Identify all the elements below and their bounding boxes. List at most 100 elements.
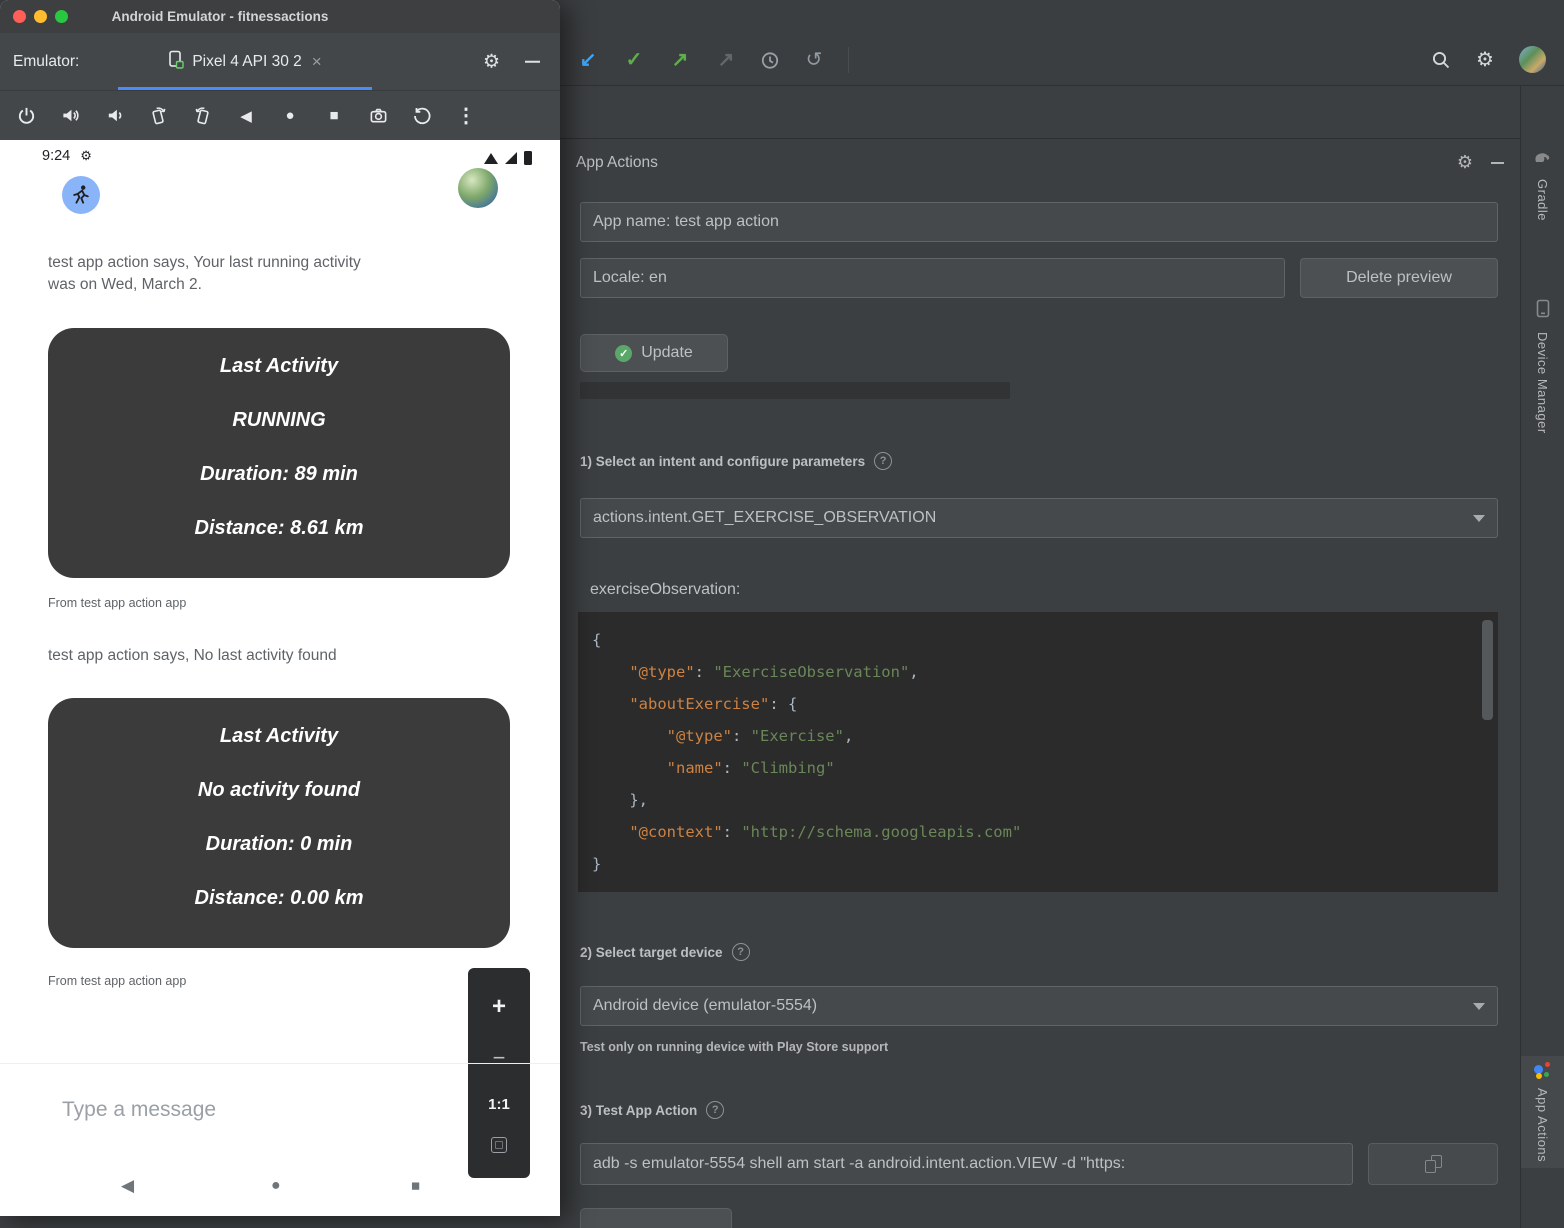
section-target-device: 2) Select target device ?: [580, 943, 750, 961]
tool-window-strip: Gradle Device Manager App Actions: [1520, 86, 1564, 1228]
status-gear-icon: ⚙: [80, 148, 92, 164]
chevron-down-icon: [1473, 1003, 1485, 1010]
apply-changes-check-icon[interactable]: ✓: [622, 48, 646, 72]
arrow-down-left-icon[interactable]: ↙: [576, 48, 600, 72]
panel-body: App name: test app action Locale: en Del…: [560, 186, 1520, 1228]
zoom-window-button[interactable]: [55, 10, 68, 23]
device-dropdown[interactable]: Android device (emulator-5554): [580, 986, 1498, 1026]
status-bar-right: [484, 151, 532, 165]
partial-bottom-button[interactable]: [580, 1208, 732, 1228]
ide-toolbar-left: ↙ ✓ ↗ ↗ ↺: [576, 47, 849, 73]
tool-tab-app-actions[interactable]: App Actions: [1521, 1056, 1564, 1168]
locale-field[interactable]: Locale: en: [580, 258, 1285, 298]
nav-home-icon[interactable]: ●: [271, 1177, 281, 1195]
back-icon[interactable]: ◀: [236, 107, 256, 125]
device-tab-title: Pixel 4 API 30 2: [192, 53, 301, 71]
card-duration: Duration: 0 min: [48, 817, 510, 871]
search-icon[interactable]: [1431, 50, 1451, 70]
from-app-label: From test app action app: [48, 596, 186, 610]
adb-command-field[interactable]: adb -s emulator-5554 shell am start -a a…: [580, 1143, 1353, 1185]
help-icon[interactable]: ?: [874, 452, 892, 470]
tab-close-icon[interactable]: ×: [312, 52, 322, 72]
run-arrow-icon[interactable]: ↗: [668, 48, 692, 72]
profile-avatar[interactable]: [1519, 46, 1546, 73]
emulator-settings-gear-icon[interactable]: ⚙: [483, 50, 500, 73]
snapshots-icon[interactable]: [412, 106, 432, 126]
help-icon[interactable]: ?: [732, 943, 750, 961]
camera-icon[interactable]: [368, 106, 388, 126]
copy-command-button[interactable]: [1368, 1143, 1498, 1185]
rotate-right-icon[interactable]: [192, 106, 212, 126]
section-test-app-action: 3) Test App Action ?: [580, 1101, 724, 1119]
nav-back-icon[interactable]: ◀: [121, 1176, 134, 1196]
settings-gear-icon[interactable]: ⚙: [1473, 48, 1497, 72]
app-name-field[interactable]: App name: test app action: [580, 202, 1498, 242]
volume-up-icon[interactable]: [60, 106, 80, 126]
window-controls: [13, 10, 68, 23]
status-bar-left: 9:24 ⚙: [42, 148, 92, 164]
nav-overview-icon[interactable]: ■: [411, 1177, 420, 1194]
tool-tab-device-manager-label: Device Manager: [1535, 332, 1550, 434]
card-distance: Distance: 0.00 km: [48, 871, 510, 925]
zoom-in-button[interactable]: +: [492, 993, 506, 1021]
dimmed-text-band: [580, 382, 1010, 399]
mac-titlebar[interactable]: Android Emulator - fitnessactions: [0, 0, 560, 33]
tool-tab-gradle[interactable]: Gradle: [1521, 144, 1564, 227]
code-scrollbar-thumb[interactable]: [1482, 620, 1493, 720]
section-target-device-label: 2) Select target device: [580, 945, 723, 960]
chevron-down-icon: [1473, 515, 1485, 522]
message-input[interactable]: [62, 1098, 422, 1122]
ide-toolbar-right: ⚙: [1431, 46, 1546, 73]
panel-header: App Actions ⚙: [560, 138, 1520, 186]
disabled-arrow-icon: ↗: [714, 48, 738, 72]
emulator-label: Emulator:: [13, 53, 79, 71]
message-input-row: [0, 1063, 560, 1155]
home-icon[interactable]: ●: [280, 107, 300, 124]
update-button[interactable]: ✓ Update: [580, 334, 728, 372]
activity-card: Last Activity No activity found Duration…: [48, 698, 510, 948]
panel-minimize-icon[interactable]: [1491, 162, 1504, 164]
card-distance: Distance: 8.61 km: [48, 501, 510, 555]
device-controls-toolbar: ◀ ● ■ ⋮: [0, 90, 560, 140]
ide-toolbar: ↙ ✓ ↗ ↗ ↺ ⚙: [560, 0, 1564, 86]
user-avatar: [458, 168, 498, 208]
intent-dropdown[interactable]: actions.intent.GET_EXERCISE_OBSERVATION: [580, 498, 1498, 538]
app-actions-tool-window: App Actions ⚙ App name: test app action …: [560, 86, 1520, 1228]
overview-icon[interactable]: ■: [324, 107, 344, 124]
panel-header-actions: ⚙: [1457, 152, 1504, 173]
minimize-window-button[interactable]: [34, 10, 47, 23]
android-nav-bar: ◀ ● ■: [0, 1155, 560, 1216]
parameter-label: exerciseObservation:: [590, 581, 740, 599]
tab-active-underline: [118, 87, 372, 90]
panel-title: App Actions: [576, 154, 658, 172]
help-icon[interactable]: ?: [706, 1101, 724, 1119]
delete-preview-button[interactable]: Delete preview: [1300, 258, 1498, 298]
runner-icon: [70, 184, 92, 206]
undo-icon[interactable]: ↺: [802, 48, 826, 72]
adb-command-value: adb -s emulator-5554 shell am start -a a…: [593, 1155, 1125, 1173]
panel-gear-icon[interactable]: ⚙: [1457, 152, 1473, 173]
volume-down-icon[interactable]: [104, 106, 124, 126]
tool-tab-device-manager[interactable]: Device Manager: [1521, 293, 1564, 440]
history-clock-icon[interactable]: [760, 50, 780, 70]
section-select-intent: 1) Select an intent and configure parame…: [580, 452, 892, 470]
card-duration: Duration: 89 min: [48, 447, 510, 501]
emulator-device-tab[interactable]: Pixel 4 API 30 2 ×: [118, 33, 372, 90]
close-window-button[interactable]: [13, 10, 26, 23]
emulator-toolbar: Emulator: Pixel 4 API 30 2 × ⚙: [0, 33, 560, 90]
rotate-left-icon[interactable]: [148, 106, 168, 126]
signal-icon: [505, 152, 517, 164]
power-icon[interactable]: [16, 106, 36, 126]
chat-message: test app action says, Your last running …: [48, 252, 478, 296]
emulator-minimize-icon[interactable]: [525, 60, 540, 63]
wifi-icon: [484, 153, 498, 164]
assistant-avatar: [62, 176, 100, 214]
phone-screen: 9:24 ⚙ test app action says, Your last r…: [0, 140, 560, 1216]
battery-icon: [524, 151, 532, 165]
screen: ↙ ✓ ↗ ↗ ↺ ⚙ App Actions ⚙: [0, 0, 1564, 1228]
more-options-icon[interactable]: ⋮: [456, 103, 476, 128]
card-title: Last Activity: [48, 709, 510, 763]
gradle-icon: [1533, 150, 1552, 170]
section-select-intent-label: 1) Select an intent and configure parame…: [580, 454, 865, 469]
code-editor[interactable]: { "@type": "ExerciseObservation", "about…: [578, 612, 1498, 892]
